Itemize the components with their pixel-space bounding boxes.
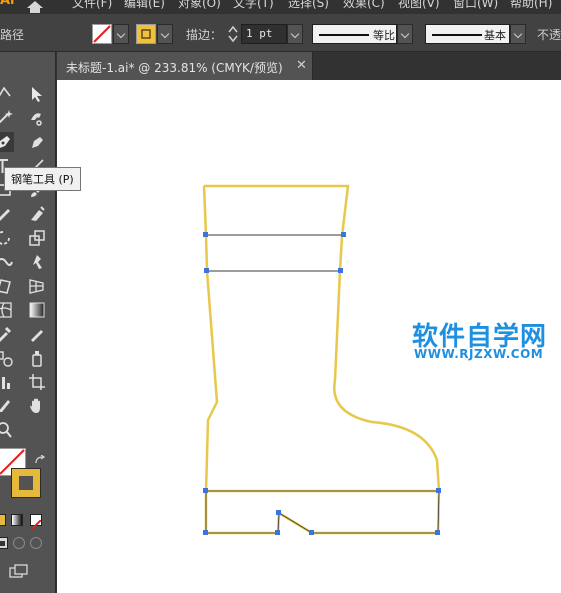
boot-left-shaft-path [202, 185, 219, 492]
brush-line-preview [432, 34, 482, 36]
zoom-tool-icon[interactable] [0, 420, 14, 440]
app-logo: Ai [0, 0, 15, 8]
menu-select[interactable]: 选择(S) [288, 0, 329, 11]
menu-view[interactable]: 视图(V) [398, 0, 440, 11]
gradient-mode-button[interactable] [11, 514, 23, 526]
eyedropper-tool-icon[interactable] [0, 324, 14, 344]
symbol-sprayer-tool-icon[interactable] [27, 348, 47, 368]
artboard-canvas[interactable]: 软件自学网 WWW.RJZXW.COM [57, 80, 561, 593]
menu-effect[interactable]: 效果(C) [343, 0, 385, 11]
stroke-label: 描边： [186, 28, 223, 42]
artboard-tool-icon[interactable] [27, 372, 47, 392]
brush-definition-label: 基本 [484, 29, 506, 42]
illustrator-window: Ai 文件(F) 编辑(E) 对象(O) 文字(T) 选择(S) 效果(C) 视… [0, 0, 561, 593]
variable-width-profile-label: 等比 [373, 29, 395, 42]
rotate-tool-icon[interactable] [0, 228, 14, 248]
anchor-point [276, 510, 281, 515]
anchor-point [275, 530, 280, 535]
mesh-tool-icon[interactable] [0, 300, 14, 320]
free-transform-tool-icon[interactable] [0, 276, 14, 296]
anchor-point [435, 530, 440, 535]
anchor-point [203, 530, 208, 535]
eraser-tool-icon[interactable] [27, 204, 47, 224]
color-mode-button[interactable] [0, 514, 6, 526]
anchor-point [203, 488, 208, 493]
none-mode-button[interactable] [30, 514, 42, 531]
stroke-swatch-icon [141, 29, 151, 39]
boot-sole-path [204, 489, 441, 535]
hand-tool-icon[interactable] [27, 396, 47, 416]
anchor-point [436, 488, 441, 493]
stroke-weight-dropdown[interactable] [287, 24, 303, 44]
pen-tool-icon[interactable] [0, 132, 14, 152]
boot-top-rim-path [204, 184, 350, 237]
tools-panel [0, 52, 56, 593]
draw-normal-icon[interactable] [0, 537, 8, 549]
document-tab-title: 未标题-1.ai* @ 233.81% (CMYK/预览) [66, 61, 283, 75]
menu-window[interactable]: 窗口(W) [453, 0, 498, 11]
draw-inside-icon[interactable] [30, 537, 42, 549]
screen-mode-icon[interactable] [9, 563, 29, 578]
slice-tool-icon[interactable] [0, 396, 14, 416]
draw-behind-icon[interactable] [13, 537, 25, 549]
menu-file[interactable]: 文件(F) [72, 0, 112, 11]
stepper-arrows-icon [228, 25, 238, 43]
anchor-point [338, 268, 343, 273]
blend-tool-icon[interactable] [0, 348, 14, 368]
menu-object[interactable]: 对象(O) [178, 0, 221, 11]
control-bar: 路径 描边： 1 pt 等比 基本 不透 [0, 14, 561, 52]
perspective-grid-tool-icon[interactable] [27, 276, 47, 296]
swap-fill-stroke-icon[interactable] [34, 450, 46, 464]
fill-swatch[interactable] [92, 24, 112, 44]
warp-tool-icon[interactable] [0, 252, 14, 272]
menu-edit[interactable]: 编辑(E) [124, 0, 165, 11]
curvature-tool-icon[interactable] [27, 108, 47, 128]
stroke-dropdown[interactable] [157, 24, 173, 44]
menu-bar: Ai 文件(F) 编辑(E) 对象(O) 文字(T) 选择(S) 效果(C) 视… [0, 0, 561, 14]
magic-wand-tool-icon[interactable] [0, 108, 14, 128]
anchor-point [341, 232, 346, 237]
opacity-label[interactable]: 不透 [537, 26, 561, 43]
shaper-tool-icon[interactable] [0, 204, 14, 224]
pen-variants-icon[interactable] [27, 132, 47, 152]
direct-selection-tool-icon[interactable] [27, 84, 47, 104]
document-tab[interactable]: 未标题-1.ai* @ 233.81% (CMYK/预览) ✕ [57, 52, 313, 80]
brush-dropdown[interactable] [510, 24, 526, 44]
brush-definition[interactable]: 基本 [425, 24, 510, 44]
none-fill-icon [93, 25, 111, 43]
anchor-point [203, 232, 208, 237]
column-graph-tool-icon[interactable] [0, 372, 14, 392]
anchor-point [309, 530, 314, 535]
anchor-point [204, 268, 209, 273]
document-tab-strip: 未标题-1.ai* @ 233.81% (CMYK/预览) ✕ [57, 52, 561, 80]
selection-type-label: 路径 [0, 28, 25, 42]
profile-line-preview [319, 34, 369, 36]
stroke-swatch[interactable] [136, 24, 156, 44]
profile-dropdown[interactable] [397, 24, 413, 44]
variable-width-profile[interactable]: 等比 [312, 24, 397, 44]
menu-help[interactable]: 帮助(H) [510, 0, 552, 11]
puppet-warp-tool-icon[interactable] [27, 252, 47, 272]
menu-type[interactable]: 文字(T) [233, 0, 274, 11]
lasso-tool-icon[interactable] [0, 84, 14, 104]
scale-tool-icon[interactable] [27, 228, 47, 248]
measure-tool-icon[interactable] [27, 324, 47, 344]
stroke-color-indicator[interactable] [11, 468, 41, 498]
fill-dropdown[interactable] [113, 24, 129, 44]
gradient-tool-icon[interactable] [27, 300, 47, 320]
stroke-weight-stepper[interactable] [226, 24, 240, 44]
none-icon [30, 519, 42, 531]
stroke-weight-input[interactable]: 1 pt [241, 24, 287, 44]
boot-right-shaft-path [333, 235, 441, 492]
home-icon[interactable] [26, 0, 44, 13]
pen-tool-tooltip: 钢笔工具 (P) [4, 167, 81, 191]
watermark-url: WWW.RJZXW.COM [414, 347, 544, 361]
close-icon[interactable]: ✕ [296, 58, 307, 73]
